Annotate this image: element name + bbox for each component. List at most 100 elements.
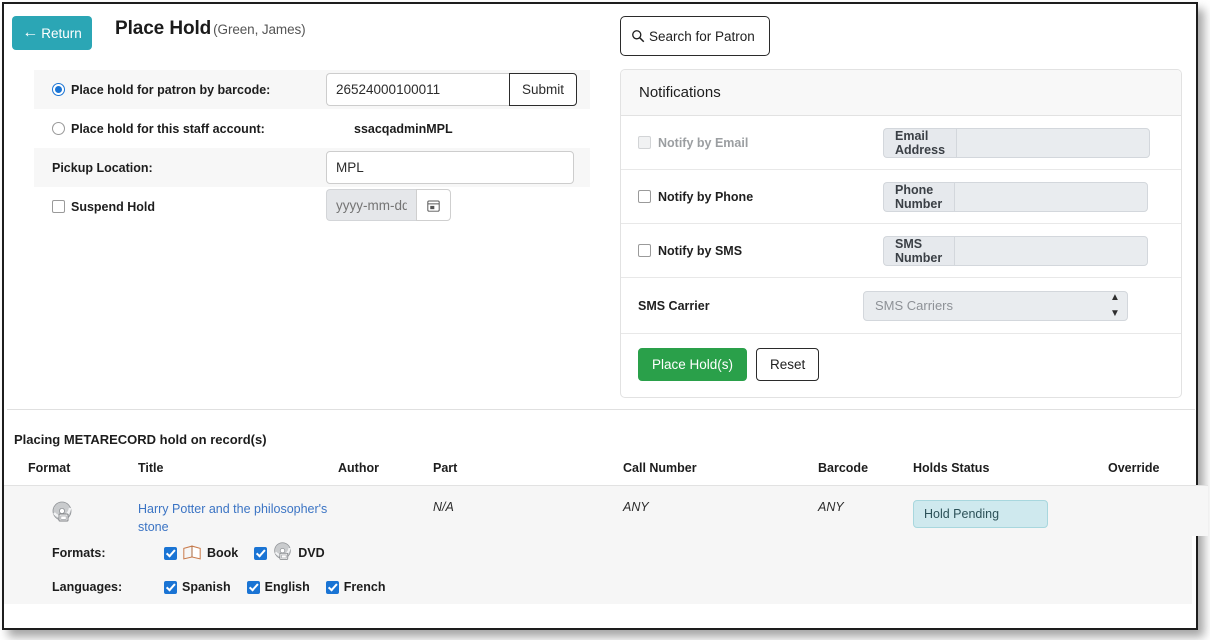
format-dvd-checkbox[interactable] [254,546,268,560]
barcode-input-group: Submit [326,73,578,106]
format-option-dvd[interactable]: DVD [254,541,325,565]
row-place-hold-by-barcode: Place hold for patron by barcode: Submit [34,70,590,109]
phone-number-group: Phone Number [883,181,1148,212]
phone-number-addon: Phone Number [883,181,954,212]
row-pickup-location: Pickup Location: [34,148,590,187]
page-title: Place Hold (Green, James) [115,18,306,40]
radio-place-hold-staff-account[interactable] [52,122,65,135]
notify-by-sms-label: Notify by SMS [658,243,743,258]
sms-number-addon: SMS Number [883,235,954,266]
section-divider [7,409,1195,410]
cell-holds-status: Hold Pending [913,485,1108,536]
sms-number-group: SMS Number [883,235,1148,266]
return-button[interactable]: ← Return [12,16,92,50]
search-for-patron-label: Search for Patron [649,28,755,44]
col-call-number: Call Number [623,457,818,486]
notify-by-email-checkbox[interactable] [638,136,651,149]
pickup-location-input[interactable] [326,151,574,184]
place-hold-page: ← Return Place Hold (Green, James) Place h… [0,0,1210,640]
formats-label: Formats: [52,546,106,560]
place-holds-button[interactable]: Place Hold(s) [638,348,748,381]
calendar-icon-button[interactable] [416,189,451,221]
book-icon [182,544,202,563]
calendar-icon [427,200,440,212]
language-option-spanish[interactable]: Spanish [164,580,231,594]
staff-account-value: ssacqadminMPL [354,121,453,136]
language-english-label: English [264,580,310,594]
format-dvd-label: DVD [298,546,325,560]
format-book-checkbox[interactable] [164,546,177,560]
submit-button[interactable]: Submit [509,73,578,106]
dvd-disc-icon [272,541,293,565]
notify-by-sms-checkbox[interactable] [638,244,651,257]
hold-options-form: Place hold for patron by barcode: Submit… [34,70,590,226]
barcode-value: ANY [818,500,844,514]
notifications-card: Notifications Notify by Email Email Addr… [620,69,1182,398]
sms-carrier-label: SMS Carrier [638,298,710,313]
record-sub-options: Formats: Book DVD Languages: Spanish Eng… [4,536,1192,604]
cell-part: N/A [433,485,623,536]
sms-number-input[interactable] [954,235,1148,266]
format-book-label: Book [207,546,239,560]
radio-staff-label: Place hold for this staff account: [71,121,265,136]
radio-barcode-label: Place hold for patron by barcode: [71,82,271,97]
record-title-link[interactable]: Harry Potter and the philosopher's stone [138,500,338,536]
notify-by-phone-row: Notify by Phone Phone Number [621,170,1181,224]
notify-by-email-row: Notify by Email Email Address [621,116,1181,170]
records-title: Placing METARECORD hold on record(s) [14,432,267,447]
suspend-date-group [326,189,451,221]
email-address-input[interactable] [956,127,1151,158]
status-badge: Hold Pending [913,500,1048,528]
call-number-value: ANY [623,500,649,514]
reset-button[interactable]: Reset [756,348,820,381]
radio-place-hold-by-barcode[interactable] [52,83,65,96]
language-spanish-checkbox[interactable] [164,580,177,594]
col-barcode: Barcode [818,457,913,486]
app-window: ← Return Place Hold (Green, James) Place h… [2,2,1208,630]
arrow-left-icon: ← [22,24,39,41]
format-option-book[interactable]: Book [164,544,238,563]
cell-override [1108,485,1208,536]
col-format: Format [4,457,138,486]
sms-carrier-row: SMS Carrier SMS Carriers ▲ ▼ [621,278,1181,334]
cell-title: Harry Potter and the philosopher's stone [138,485,338,536]
cell-barcode: ANY [818,485,913,536]
pickup-location-label: Pickup Location: [52,160,153,175]
col-title: Title [138,457,338,486]
col-override: Override [1108,457,1208,486]
email-address-group: Email Address [883,127,1151,158]
language-spanish-label: Spanish [182,580,231,594]
suspend-date-input[interactable] [326,189,416,221]
col-holds-status: Holds Status [913,457,1108,486]
col-author: Author [338,457,433,486]
cell-author [338,485,433,536]
table-header-row: Format Title Author Part Call Number Bar… [4,457,1208,486]
row-place-hold-staff-account: Place hold for this staff account: ssacq… [34,109,590,148]
notify-by-email-label: Notify by Email [658,135,749,150]
language-option-french[interactable]: French [325,580,385,594]
records-table: Format Title Author Part Call Number Bar… [4,457,1208,536]
suspend-hold-checkbox[interactable] [52,200,65,213]
phone-number-input[interactable] [954,181,1148,212]
row-suspend-hold: Suspend Hold [34,187,590,226]
languages-label: Languages: [52,580,123,594]
language-french-checkbox[interactable] [325,580,339,594]
dvd-disc-icon [50,500,74,527]
suspend-hold-label: Suspend Hold [71,199,156,214]
barcode-input[interactable] [326,73,509,106]
language-english-checkbox[interactable] [246,580,260,594]
cell-call-number: ANY [623,485,818,536]
language-option-english[interactable]: English [246,580,310,594]
patron-name: (Green, James) [213,22,306,37]
pickup-location-group [326,151,574,184]
search-for-patron-button[interactable]: Search for Patron [620,16,770,56]
notifications-title: Notifications [621,70,1181,116]
notifications-column: Search for Patron Notifications Notify b… [620,16,1182,398]
cell-format [4,485,138,536]
notifications-actions: Place Hold(s) Reset [621,334,1181,397]
notify-by-phone-checkbox[interactable] [638,190,651,203]
sms-carrier-select[interactable]: SMS Carriers ▲ ▼ [863,290,1128,321]
notify-by-phone-label: Notify by Phone [658,189,754,204]
formats-row: Formats: Book DVD [4,536,1192,570]
return-button-label: Return [41,25,82,41]
